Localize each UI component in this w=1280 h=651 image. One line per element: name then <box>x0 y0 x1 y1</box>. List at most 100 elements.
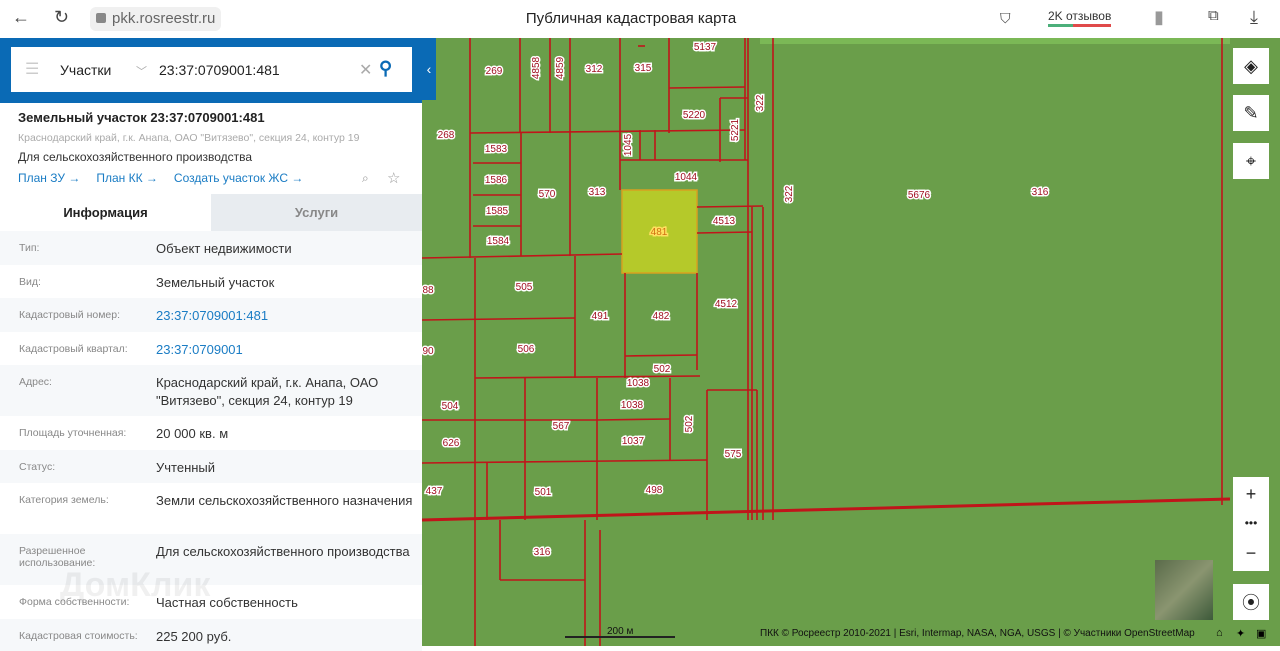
parcel-label[interactable]: 4858 <box>530 55 544 81</box>
parcel-label[interactable]: 5137 <box>692 41 718 55</box>
parcel-label[interactable]: 1044 <box>673 171 699 185</box>
parcel-label[interactable]: 567 <box>551 420 571 434</box>
home-icon[interactable]: ⌂ <box>1216 627 1223 639</box>
watermark-logo: ДомКлик <box>60 566 211 604</box>
row-value[interactable]: 23:37:0709001:481 <box>156 307 422 332</box>
tab-info[interactable]: Информация <box>0 194 211 231</box>
clear-icon[interactable]: ✕ <box>359 60 372 80</box>
row-label: Кадастровый номер: <box>19 309 121 321</box>
parcel-label[interactable]: 268 <box>436 129 456 143</box>
parcel-label[interactable]: 4859 <box>554 55 568 81</box>
create-parcel-link[interactable]: Создать участок ЖС → <box>174 171 303 185</box>
row-label: Адрес: <box>19 376 52 388</box>
parcel-layer[interactable]: 5137 269 4858 4859 312 315 322 5220 5221 268 1583 1… <box>422 38 1280 646</box>
parcel-label[interactable]: 481 <box>649 226 669 240</box>
parcel-label[interactable]: 313 <box>587 186 607 200</box>
parcel-label[interactable]: 482 <box>651 310 671 324</box>
parcel-label[interactable]: 505 <box>514 281 534 295</box>
object-purpose: Для сельскохозяйственного производства <box>18 150 253 164</box>
parcel-label[interactable]: 501 <box>533 486 553 500</box>
parcel-label[interactable]: 316 <box>1030 186 1050 200</box>
parcel-label[interactable]: 504 <box>440 400 460 414</box>
object-address: Краснодарский край, г.к. Анапа, ОАО "Вит… <box>18 132 360 144</box>
parcel-label[interactable]: 5676 <box>906 189 932 203</box>
zoom-in-button[interactable]: + <box>1233 477 1269 511</box>
compass-button[interactable]: ⦿ <box>1233 584 1269 620</box>
parcel-label[interactable]: 1583 <box>483 143 509 157</box>
parcel-boundary <box>474 375 701 379</box>
tab-services[interactable]: Услуги <box>211 194 422 231</box>
map[interactable]: 5137 269 4858 4859 312 315 322 5220 5221 268 1583 1… <box>422 38 1280 646</box>
chevron-down-icon[interactable]: ﹀ <box>136 63 147 79</box>
parcel-label[interactable]: 5220 <box>681 109 707 123</box>
parcel-label[interactable]: 4512 <box>713 298 739 312</box>
layers-button[interactable]: ◈ <box>1233 48 1269 84</box>
parcel-boundary <box>469 129 746 134</box>
parcel-label[interactable]: 88 <box>422 284 435 298</box>
bookmark-icon[interactable]: ▮ <box>1154 7 1164 28</box>
search-icon[interactable]: ⚲ <box>379 58 392 79</box>
row-value: Краснодарский край, г.к. Анапа, ОАО "Вит… <box>156 375 379 408</box>
row-value: 20 000 кв. м <box>156 426 229 441</box>
row-value: Земли сельскохозяйственного назначения <box>156 493 413 508</box>
parcel-boundary <box>668 86 746 89</box>
row-value: Объект недвижимости <box>156 241 292 256</box>
parcel-label[interactable]: 1045 <box>622 132 636 158</box>
parcel-label[interactable]: 312 <box>584 63 604 77</box>
parcel-label[interactable]: 1586 <box>483 174 509 188</box>
plan-zu-link[interactable]: План ЗУ → <box>18 171 80 185</box>
parcel-label[interactable]: 626 <box>441 437 461 451</box>
parcel-label[interactable]: 1585 <box>484 205 510 219</box>
reviews-button[interactable]: 2K отзывов <box>1048 9 1112 27</box>
row-label: Площадь уточненная: <box>19 427 127 439</box>
position-icon[interactable]: ✦ <box>1236 627 1245 640</box>
road-boundary <box>422 497 1231 522</box>
row-label: Тип: <box>19 242 40 254</box>
parcel-label[interactable]: 269 <box>484 65 504 79</box>
protect-icon[interactable]: ⛉ <box>1000 10 1011 27</box>
parcel-label[interactable]: 5221 <box>729 117 743 143</box>
fullscreen-icon[interactable]: ▣ <box>1256 627 1266 640</box>
basemap-thumbnail[interactable] <box>1155 560 1213 620</box>
parcel-label[interactable]: 506 <box>516 343 536 357</box>
parcel-label[interactable]: 1037 <box>620 435 646 449</box>
download-icon[interactable]: ⤓ <box>1250 7 1258 28</box>
menu-icon[interactable]: ☰ <box>25 59 39 79</box>
ruler-button[interactable]: ✎ <box>1233 95 1269 131</box>
parcel-label[interactable]: 575 <box>723 448 743 462</box>
parcel-label[interactable]: 1038 <box>625 377 651 391</box>
row-value: Земельный участок <box>156 274 275 290</box>
zoom-to-icon[interactable]: ⌕ <box>362 171 369 186</box>
parcel-label[interactable]: 491 <box>590 310 610 324</box>
collapse-panel-button[interactable]: ‹ <box>422 38 436 100</box>
locate-button[interactable]: ⌖ <box>1233 143 1269 179</box>
parcel-label[interactable]: 498 <box>644 484 664 498</box>
parcel-label[interactable]: 502 <box>652 363 672 377</box>
parcel-label[interactable]: 322 <box>754 93 768 113</box>
parcel-label[interactable]: 437 <box>424 485 444 499</box>
row-value[interactable]: 23:37:0709001 <box>156 341 422 366</box>
more-button[interactable]: ••• <box>1233 511 1269 535</box>
parcel-label[interactable]: 570 <box>537 188 557 202</box>
star-icon[interactable]: ☆ <box>387 169 400 187</box>
field-strip <box>760 38 1230 44</box>
parcel-label[interactable]: 502 <box>683 414 697 434</box>
parcel-label[interactable]: 1038 <box>619 399 645 413</box>
collections-icon[interactable]: ⧉ <box>1208 7 1219 24</box>
parcel-label[interactable]: 316 <box>532 546 552 560</box>
parcel-label[interactable]: 1584 <box>485 235 511 249</box>
zoom-out-button[interactable]: − <box>1233 535 1269 571</box>
parcel-label[interactable]: 315 <box>633 62 653 76</box>
info-row: Площадь уточненная: 20 000 кв. м <box>0 416 422 450</box>
parcel-label[interactable]: 322 <box>783 184 797 204</box>
search-input[interactable]: 23:37:0709001:481 <box>159 62 280 78</box>
info-row: Вид: Земельный участок <box>0 265 422 299</box>
category-select[interactable]: Участки <box>60 62 111 78</box>
parcel-boundary <box>596 418 671 421</box>
parcel-label[interactable]: 4513 <box>711 215 737 229</box>
row-label: Кадастровая стоимость: <box>19 629 138 642</box>
parcel-label[interactable]: 90 <box>422 345 435 359</box>
info-panel: ☰ Участки ﹀ 23:37:0709001:481 ✕ ⚲ Земель… <box>0 38 422 651</box>
parcel-boundary <box>696 231 753 234</box>
plan-kk-link[interactable]: План КК → <box>96 171 158 185</box>
